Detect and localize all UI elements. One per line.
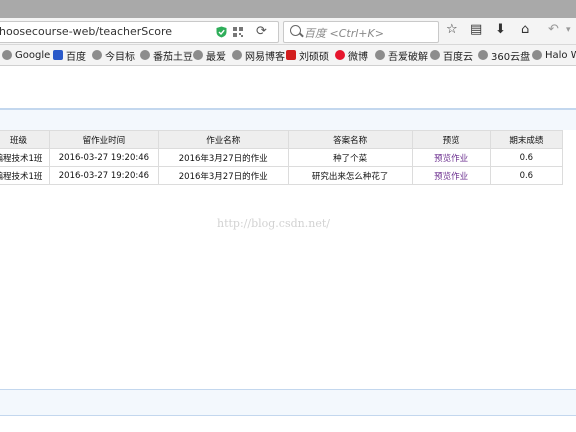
- cell-homework: 2016年3月27日的作业: [157, 166, 289, 185]
- reading-list-icon[interactable]: ▤: [470, 22, 482, 38]
- cell-homework: 2016年3月27日的作业: [157, 148, 289, 167]
- bookmark-weibo[interactable]: 微博: [335, 48, 368, 63]
- col-header-preview: 预览: [411, 130, 491, 149]
- cell-time: 2016-03-27 19:20:46: [48, 166, 159, 185]
- bookmark-baidu[interactable]: 百度: [53, 48, 86, 63]
- table-row: 编程技术1班 2016-03-27 19:20:46 2016年3月27日的作业…: [0, 166, 564, 185]
- globe-icon: [532, 50, 542, 60]
- globe-icon: [375, 50, 385, 60]
- globe-icon: [92, 50, 102, 60]
- reload-icon[interactable]: ⟳: [256, 24, 267, 39]
- header-band: [0, 110, 576, 130]
- preview-homework-link[interactable]: 预览作业: [411, 166, 491, 185]
- search-box[interactable]: 百度 <Ctrl+K>: [283, 21, 439, 43]
- baidu-icon: [53, 50, 63, 60]
- chevron-down-icon[interactable]: ▾: [566, 22, 571, 38]
- browser-toolbar: hoosecourse-web/teacherScore ⟳ 百度 <Ctrl+…: [0, 18, 576, 45]
- bookmark-52pojie[interactable]: 吾爱破解: [375, 48, 428, 63]
- bookmark-label: 百度: [66, 51, 86, 63]
- score-table: 班级 留作业时间 作业名称 答案名称 预览 期末成绩 编程技术1班 2016-0…: [0, 130, 564, 185]
- bookmark-liushuoshuo[interactable]: 刘硕硕: [286, 48, 329, 63]
- bookmark-label: Halo W: [545, 49, 576, 61]
- globe-icon: [430, 50, 440, 60]
- bookmark-halo[interactable]: Halo W: [532, 48, 576, 62]
- qr-code-icon[interactable]: [233, 27, 243, 37]
- preview-homework-link[interactable]: 预览作业: [411, 148, 491, 167]
- weibo-icon: [335, 50, 345, 60]
- globe-icon: [140, 50, 150, 60]
- bookmark-baiduyun[interactable]: 百度云: [430, 48, 473, 63]
- bookmark-jinmubiao[interactable]: 今目标: [92, 48, 135, 63]
- home-icon[interactable]: ⌂: [521, 22, 529, 38]
- cell-time: 2016-03-27 19:20:46: [48, 148, 159, 167]
- cell-class: 编程技术1班: [0, 148, 50, 167]
- col-header-class: 班级: [0, 130, 50, 149]
- cell-score: 0.6: [489, 148, 564, 167]
- cell-class: 编程技术1班: [0, 166, 50, 185]
- globe-icon: [2, 50, 12, 60]
- url-text: hoosecourse-web/teacherScore: [0, 25, 173, 38]
- cell-score: 0.6: [489, 166, 564, 185]
- bookmark-label: 百度云: [443, 51, 473, 63]
- search-placeholder: 百度 <Ctrl+K>: [304, 27, 384, 40]
- bookmark-163-blog[interactable]: 网易博客: [232, 48, 285, 63]
- globe-icon: [193, 50, 203, 60]
- globe-icon: [478, 50, 488, 60]
- bookmark-label: 番茄土豆: [153, 51, 193, 63]
- undo-icon[interactable]: ↶: [548, 22, 559, 38]
- col-header-time: 留作业时间: [48, 130, 159, 149]
- bookmark-google[interactable]: Google: [2, 48, 50, 62]
- globe-icon: [232, 50, 242, 60]
- search-icon: [290, 25, 301, 36]
- bookmark-label: 微博: [348, 51, 368, 63]
- bookmark-tomato[interactable]: 番茄土豆: [140, 48, 193, 63]
- bookmark-label: 刘硕硕: [299, 51, 329, 63]
- col-header-homework: 作业名称: [157, 130, 289, 149]
- col-header-answer: 答案名称: [287, 130, 413, 149]
- table-row: 编程技术1班 2016-03-27 19:20:46 2016年3月27日的作业…: [0, 148, 564, 167]
- download-icon[interactable]: ⬇: [495, 22, 506, 38]
- col-header-score: 期末成绩: [489, 130, 564, 149]
- cell-answer: 种了个菜: [287, 148, 413, 167]
- bookmark-label: 360云盘: [491, 51, 531, 63]
- url-bar[interactable]: hoosecourse-web/teacherScore ⟳: [0, 21, 279, 43]
- bookmark-label: 吾爱破解: [388, 51, 428, 63]
- csdn-icon: [286, 50, 296, 60]
- watermark: http://blog.csdn.net/: [217, 217, 330, 230]
- table-header-row: 班级 留作业时间 作业名称 答案名称 预览 期末成绩: [0, 130, 564, 149]
- bookmarks-bar: Google 百度 今目标 番茄土豆 最爱 网易博客 刘硕硕 微博 吾爱破解 百…: [0, 45, 576, 66]
- footer-bar: [0, 390, 576, 416]
- bookmark-360pan[interactable]: 360云盘: [478, 48, 531, 63]
- bookmark-label: 今目标: [105, 51, 135, 63]
- bookmark-label: Google: [15, 49, 51, 61]
- star-icon[interactable]: ☆: [446, 22, 458, 38]
- bookmark-favorites[interactable]: 最爱: [193, 48, 226, 63]
- bookmark-label: 最爱: [206, 51, 226, 63]
- shield-check-icon[interactable]: [216, 26, 227, 38]
- window-top-strip: [0, 0, 576, 18]
- cell-answer: 研究出来怎么种花了: [287, 166, 413, 185]
- bookmark-label: 网易博客: [245, 51, 285, 63]
